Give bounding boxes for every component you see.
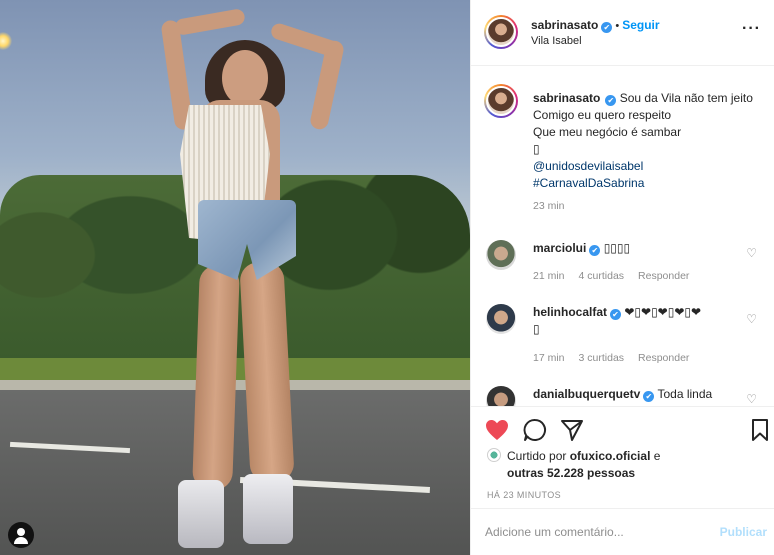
comment-username[interactable]: helinhocalfat bbox=[533, 305, 607, 319]
comment: marciolui ✔ ▯▯▯▯ bbox=[533, 240, 733, 257]
liked-by-and: e bbox=[653, 449, 661, 463]
verified-badge-icon: ✔ bbox=[610, 309, 622, 320]
author-username[interactable]: sabrinasato bbox=[531, 18, 598, 32]
commenter-avatar[interactable] bbox=[486, 304, 516, 334]
comment: helinhocalfat ✔ ❤▯❤▯❤▯❤▯❤ ▯ bbox=[533, 304, 733, 338]
publish-button[interactable]: Publicar bbox=[720, 525, 767, 539]
mention-link[interactable]: @unidosdevilaisabel bbox=[533, 159, 643, 173]
comment-likes[interactable]: 4 curtidas bbox=[579, 270, 625, 282]
road bbox=[0, 390, 470, 555]
share-icon[interactable] bbox=[559, 417, 585, 443]
comment-like-heart-icon[interactable]: ♡ bbox=[746, 312, 757, 326]
add-comment-bar: Publicar bbox=[471, 508, 774, 555]
more-options-icon[interactable]: ··· bbox=[742, 20, 761, 38]
reply-button[interactable]: Responder bbox=[638, 270, 689, 282]
caption-line: Comigo eu quero respeito bbox=[533, 108, 672, 122]
liker-avatar[interactable] bbox=[487, 448, 501, 462]
verified-badge-icon: ✔ bbox=[605, 95, 617, 106]
post-side-panel: sabrinasato ✔ • Seguir Vila Isabel ··· sabr… bbox=[470, 0, 774, 555]
post-actions: Curtido por ofuxico.oficial e outras 52.… bbox=[471, 406, 774, 506]
commenter-avatar[interactable] bbox=[486, 386, 516, 406]
caption-line: Sou da Vila não tem jeito bbox=[619, 91, 753, 105]
liked-by-user[interactable]: ofuxico.oficial bbox=[570, 449, 651, 463]
post-photo[interactable] bbox=[0, 0, 470, 555]
caption-username[interactable]: sabrinasato bbox=[533, 91, 600, 105]
comment-text: ▯▯▯▯ bbox=[603, 241, 631, 255]
person-arm bbox=[269, 21, 341, 59]
user-tag-icon[interactable] bbox=[8, 522, 34, 548]
comment-username[interactable]: marciolui bbox=[533, 241, 586, 255]
caption-avatar[interactable] bbox=[484, 84, 518, 118]
liked-by-prefix: Curtido por bbox=[507, 449, 567, 463]
caption-line: ▯ bbox=[533, 142, 540, 156]
follow-button[interactable]: Seguir bbox=[622, 18, 659, 32]
separator-dot: • bbox=[615, 20, 620, 32]
likes-count-link[interactable]: outras 52.228 pessoas bbox=[487, 466, 635, 480]
comment-meta: 17 min 3 curtidas Responder bbox=[533, 352, 703, 364]
reply-button[interactable]: Responder bbox=[638, 352, 689, 364]
comment-like-heart-icon[interactable]: ♡ bbox=[746, 246, 757, 260]
comments-list[interactable]: sabrinasato ✔ Sou da Vila não tem jeito C… bbox=[471, 66, 774, 406]
person-leg bbox=[192, 264, 240, 491]
verified-badge-icon: ✔ bbox=[601, 22, 613, 33]
comment: danialbuquerquetv ✔ Toda linda bbox=[533, 386, 743, 403]
comment-text: ▯ bbox=[533, 322, 540, 336]
caption-line: Que meu negócio é sambar bbox=[533, 125, 682, 139]
caption: sabrinasato ✔ Sou da Vila não tem jeito C… bbox=[533, 90, 763, 215]
heart-icon[interactable] bbox=[484, 417, 510, 443]
comment-like-heart-icon[interactable]: ♡ bbox=[746, 392, 757, 406]
platform-shoe bbox=[243, 474, 293, 544]
comment-time[interactable]: 17 min bbox=[533, 352, 565, 364]
caption-time[interactable]: 23 min bbox=[533, 198, 565, 215]
comment-time[interactable]: 21 min bbox=[533, 270, 565, 282]
comment-icon[interactable] bbox=[522, 417, 548, 443]
post-timestamp[interactable]: HÁ 23 MINUTOS bbox=[487, 490, 561, 500]
verified-badge-icon: ✔ bbox=[643, 391, 655, 402]
likes-summary: Curtido por ofuxico.oficial e outras 52.… bbox=[487, 448, 757, 482]
comment-input[interactable] bbox=[485, 521, 695, 543]
bookmark-icon[interactable] bbox=[747, 417, 773, 443]
hashtag-link[interactable]: #CarnavalDaSabrina bbox=[533, 176, 644, 190]
comment-meta: 21 min 4 curtidas Responder bbox=[533, 270, 703, 282]
street-lamp-glow bbox=[0, 32, 12, 50]
post-header: sabrinasato ✔ • Seguir Vila Isabel ··· bbox=[471, 0, 774, 66]
platform-shoe bbox=[178, 480, 224, 548]
person-arm bbox=[174, 8, 246, 36]
post-location[interactable]: Vila Isabel bbox=[531, 35, 582, 47]
comment-text: ❤▯❤▯❤▯❤▯❤ bbox=[624, 305, 702, 319]
person-head bbox=[222, 50, 268, 106]
commenter-avatar[interactable] bbox=[486, 240, 516, 270]
comment-likes[interactable]: 3 curtidas bbox=[579, 352, 625, 364]
comment-text: Toda linda bbox=[657, 387, 713, 401]
comment-username[interactable]: danialbuquerquetv bbox=[533, 387, 640, 401]
verified-badge-icon: ✔ bbox=[589, 245, 601, 256]
author-avatar[interactable] bbox=[484, 15, 518, 49]
